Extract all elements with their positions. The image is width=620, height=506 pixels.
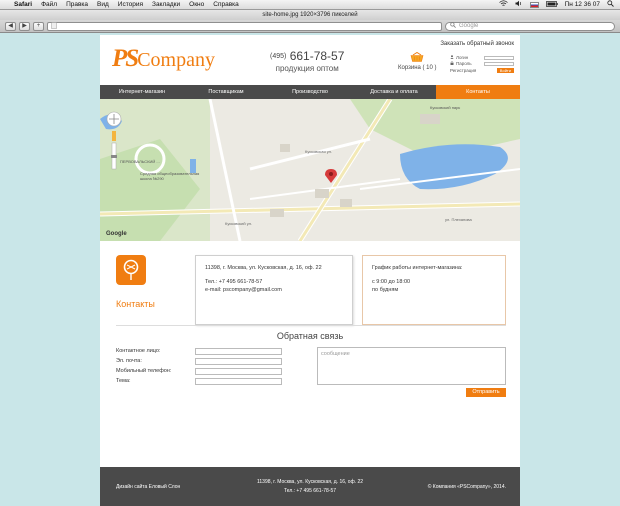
login-input[interactable] (484, 55, 514, 60)
phone-code: (495) (270, 52, 287, 60)
login-row: Логин (450, 55, 514, 60)
mac-menubar: Safari Файл Правка Вид История Закладки … (0, 0, 620, 10)
lock-icon (450, 61, 454, 66)
message-placeholder: сообщение (321, 351, 350, 357)
window-titlebar: site-home.jpg 1920×3796 пикселей (0, 10, 620, 20)
logo-ps: PS (112, 45, 139, 72)
map-label-park2: Кусковский парк (430, 105, 461, 110)
signin-button[interactable]: Войти (496, 68, 514, 73)
volume-icon[interactable] (515, 0, 523, 9)
menu-window[interactable]: Окно (189, 1, 204, 8)
contact-info-box: 11398, г. Москва, ул. Кусковская, д. 16,… (195, 255, 353, 325)
email-input[interactable] (195, 357, 282, 365)
password-row: Пароль (450, 61, 514, 66)
subject-input[interactable] (195, 377, 282, 385)
contact-section: Контакты 11398, г. Москва, ул. Кусковска… (100, 241, 520, 331)
search-field[interactable]: Google (445, 21, 615, 31)
contact-title: Контакты (116, 299, 155, 309)
logo-company: Company (137, 49, 215, 71)
clock[interactable]: Пн 12 36 07 (565, 1, 600, 8)
page-icon (51, 21, 57, 31)
main-nav: Интернет-магазин Поставщикам Производств… (100, 85, 520, 99)
field-phone: Мобильный телефон: (116, 367, 286, 375)
password-input[interactable] (484, 61, 514, 66)
basket-icon (410, 51, 424, 62)
tagline: продукция оптом (275, 63, 339, 73)
hours-days: по будням (372, 287, 399, 293)
spotlight-search-icon[interactable] (607, 0, 614, 9)
keyboard-layout-flag-icon[interactable] (529, 1, 539, 8)
menu-help[interactable]: Справка (213, 1, 239, 8)
site-header: PSCompany (495) 661-78-57 продукция опто… (100, 35, 520, 85)
search-icon (450, 22, 456, 30)
contact-address: 11398, г. Москва, ул. Кусковская, д. 16,… (205, 265, 322, 271)
login-label: Логин (456, 55, 469, 60)
tab-shop[interactable]: Интернет-магазин (100, 85, 184, 99)
field-label: Контактное лицо: (116, 348, 161, 354)
menu-file[interactable]: Файл (41, 1, 57, 8)
send-button[interactable]: Отправить (466, 388, 506, 397)
cart-label: Корзина ( 10 ) (398, 65, 437, 71)
wifi-icon[interactable] (498, 0, 508, 9)
map-label-street2: Кусковский ул. (225, 221, 253, 226)
phone-input[interactable] (195, 367, 282, 375)
tab-contacts[interactable]: Контакты (436, 85, 520, 99)
field-label: Эл. почта: (116, 358, 142, 364)
menu-edit[interactable]: Правка (66, 1, 88, 8)
field-label: Тема: (116, 378, 131, 384)
phone-number: 661-78-57 (289, 49, 345, 63)
header-phone: (495) 661-78-57 продукция оптом (270, 50, 344, 75)
tab-suppliers[interactable]: Поставщикам (184, 85, 268, 99)
menu-history[interactable]: История (118, 1, 143, 8)
forward-button[interactable]: ▶ (19, 21, 30, 31)
login-actions: Регистрация Войти (450, 68, 514, 73)
tab-production[interactable]: Производство (268, 85, 352, 99)
window-title: site-home.jpg 1920×3796 пикселей (262, 12, 358, 18)
location-map[interactable]: ПЕРВОВАЛЬСКИЙ ... Средняя общеобразовате… (100, 99, 520, 241)
menu-app-safari[interactable]: Safari (14, 1, 32, 8)
location-pin-icon (116, 255, 146, 285)
login-form: Логин Пароль Регистрация Войти (450, 55, 514, 73)
menu-bookmarks[interactable]: Закладки (152, 1, 180, 8)
field-subject: Тема: (116, 377, 286, 385)
contact-person-input[interactable] (195, 347, 282, 355)
callback-link[interactable]: Заказать обратный звонок (440, 41, 514, 47)
working-hours-box: График работы интернет-магазина: с 9:00 … (362, 255, 506, 325)
address-bar[interactable] (47, 21, 442, 31)
cart[interactable]: Корзина ( 10 ) (398, 51, 437, 71)
back-button[interactable]: ◀ (5, 21, 16, 31)
message-textarea[interactable]: сообщение (317, 347, 506, 385)
password-label: Пароль (456, 61, 472, 66)
map-label-park: ПЕРВОВАЛЬСКИЙ ... (120, 159, 160, 164)
hours-title: График работы интернет-магазина: (372, 265, 463, 271)
map-label-street: Кусковская ул. (305, 149, 333, 154)
register-link[interactable]: Регистрация (450, 68, 476, 73)
battery-icon[interactable] (545, 0, 558, 9)
contact-phone: Тел.: +7 495 661-78-57 (205, 279, 263, 285)
web-page: PSCompany (495) 661-78-57 продукция опто… (100, 35, 520, 506)
map-label-pond: ул. Плеханова (445, 217, 472, 222)
tab-delivery[interactable]: Доставка и оплата (352, 85, 436, 99)
field-label: Мобильный телефон: (116, 368, 172, 374)
new-tab-button[interactable]: + (33, 21, 44, 31)
search-placeholder: Google (459, 23, 479, 29)
site-footer: Дизайн сайта Еловый Слон 11398, г. Москв… (100, 467, 520, 506)
map-google-brand: Google (106, 231, 127, 237)
field-email: Эл. почта: (116, 357, 286, 365)
map-label-school: Средняя общеобразовательная школа №290 (140, 171, 200, 181)
contact-email[interactable]: e-mail: pscompany@gmail.com (205, 286, 343, 294)
feedback-title: Обратная связь (276, 331, 344, 341)
site-logo[interactable]: PSCompany (112, 45, 215, 73)
user-icon (450, 55, 454, 60)
menu-view[interactable]: Вид (97, 1, 109, 8)
footer-copyright: © Компания «PSCompany», 2014. (427, 484, 506, 490)
divider (116, 325, 506, 326)
browser-toolbar: ◀ ▶ + Google (0, 20, 620, 33)
hours-time: с 9:00 до 18:00 (372, 279, 411, 285)
field-contact-person: Контактное лицо: (116, 347, 286, 355)
